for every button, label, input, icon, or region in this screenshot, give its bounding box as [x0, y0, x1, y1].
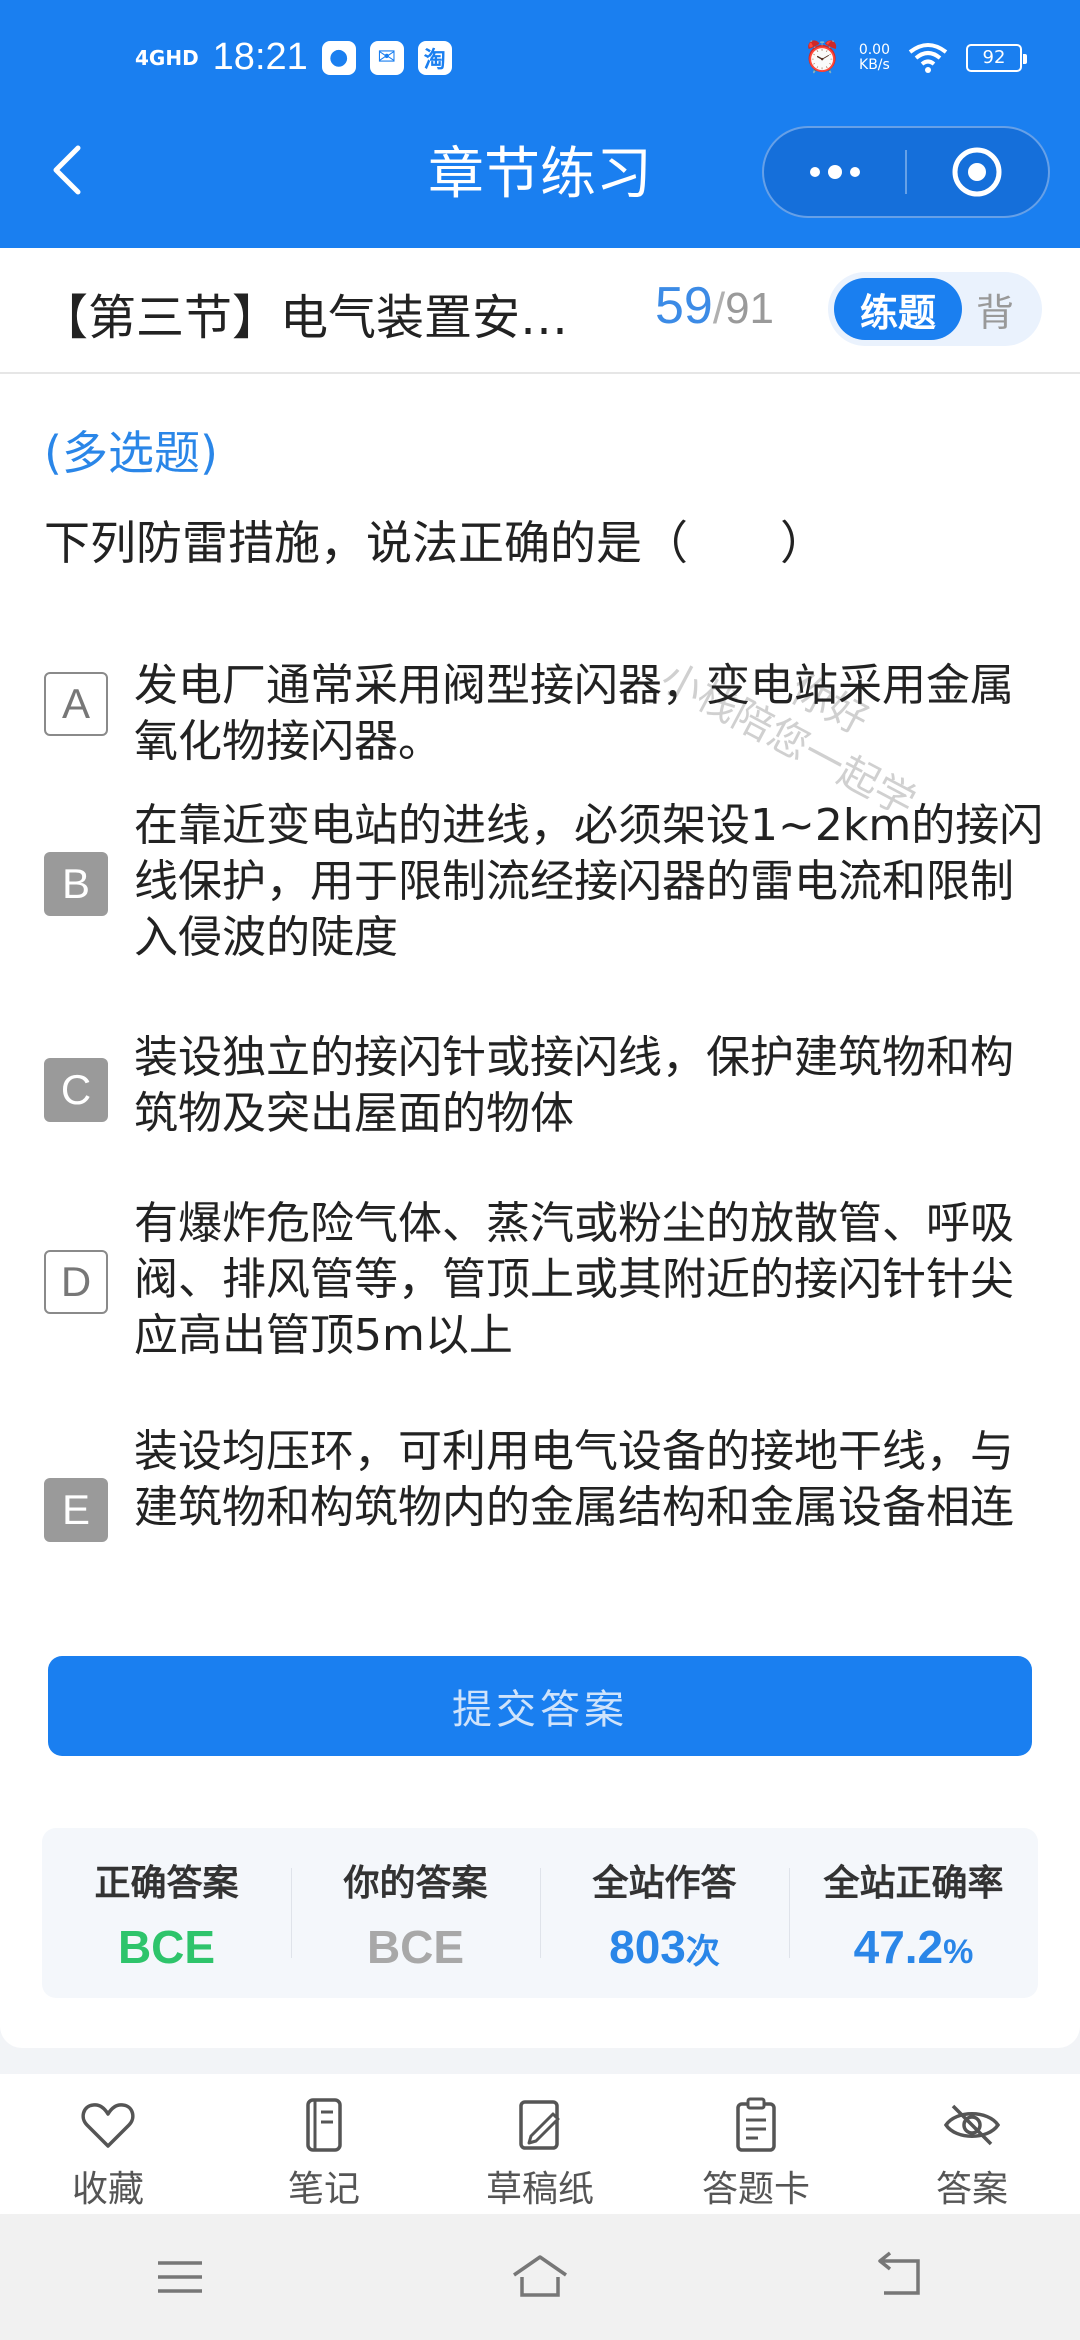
- stat-label: 全站正确率: [823, 1863, 1004, 1904]
- total-count: 91: [725, 284, 775, 333]
- current-index: 59: [655, 277, 713, 335]
- option-a[interactable]: A 发电厂通常采用阀型接闪器，变电站采用金属氧化物接闪器。: [44, 658, 1044, 767]
- option-text: 有爆炸危险气体、蒸汽或粉尘的放散管、呼吸阀、排风管等，管顶上或其附近的接闪针针尖…: [134, 1198, 1014, 1361]
- option-c[interactable]: C 装设独立的接闪针或接闪线，保护建筑物和构筑物及突出屋面的物体: [44, 1030, 1044, 1145]
- answer-stats: 正确答案 BCE 你的答案 BCE 全站作答 803次 全站正确率 47.2%: [42, 1828, 1038, 1998]
- network-speed: 0.00 KB/s: [858, 41, 890, 73]
- submit-button[interactable]: 提交答案: [48, 1656, 1032, 1756]
- option-letter: C: [44, 1058, 108, 1122]
- option-text: 在靠近变电站的进线，必须架设1~2km的接闪线保护，用于限制流经接闪器的雷电流和…: [134, 800, 1044, 963]
- eye-off-icon: [943, 2104, 1001, 2146]
- status-right: ⏰ 0.00 KB/s 92: [803, 40, 1027, 75]
- taobao-icon: 淘: [417, 40, 452, 75]
- show-answer-label: 答案: [935, 2169, 1008, 2210]
- mode-toggle: 练题 背: [828, 272, 1042, 346]
- home-icon[interactable]: [508, 2245, 572, 2309]
- question-body: 下列防雷措施，说法正确的是（ ）: [44, 516, 826, 570]
- show-answer-button[interactable]: 答案: [864, 2074, 1080, 2214]
- system-nav-bar: [0, 2214, 1080, 2340]
- stat-value: 47.2%: [789, 1920, 1038, 1974]
- more-dots-icon: [809, 165, 860, 179]
- chapter-title[interactable]: 【第三节】电气装置安…: [40, 278, 620, 348]
- wechat-icon: ●: [321, 40, 356, 75]
- option-e[interactable]: E 装设均压环，可利用电气设备的接地干线，与建筑物和构筑物内的金属结构和金属设备…: [44, 1424, 1044, 1594]
- option-letter: D: [44, 1250, 108, 1314]
- question-type: (多选题): [44, 426, 218, 480]
- edit-paper-icon: [519, 2100, 560, 2150]
- speed-value: 0.00: [858, 41, 890, 58]
- status-time: 18:21: [212, 36, 308, 78]
- alarm-icon: ⏰: [803, 40, 841, 75]
- mode-practice-button[interactable]: 练题: [834, 278, 962, 340]
- notes-label: 笔记: [287, 2169, 360, 2210]
- heart-icon: [81, 2103, 135, 2148]
- close-button[interactable]: [907, 128, 1048, 216]
- stat-value: 803次: [540, 1920, 789, 1974]
- option-text: 装设独立的接闪针或接闪线，保护建筑物和构筑物及突出屋面的物体: [134, 1032, 1014, 1139]
- favorite-button[interactable]: 收藏: [0, 2074, 216, 2214]
- attempts-number: 803: [609, 1921, 686, 1973]
- option-b[interactable]: B 在靠近变电站的进线，必须架设1~2km的接闪线保护，用于限制流经接闪器的雷电…: [44, 798, 1044, 968]
- chapter-row: 【第三节】电气装置安… 59/91 练题 背: [0, 248, 1080, 374]
- option-letter: B: [44, 852, 108, 916]
- menu-icon[interactable]: [148, 2245, 212, 2309]
- stat-total-attempts: 全站作答 803次: [540, 1828, 789, 1998]
- stat-your-answer: 你的答案 BCE: [291, 1828, 540, 1998]
- option-letter: E: [44, 1478, 108, 1542]
- scratch-paper-label: 草稿纸: [485, 2169, 594, 2210]
- speed-unit: KB/s: [859, 56, 890, 73]
- option-letter: A: [44, 672, 108, 736]
- rate-number: 47.2: [853, 1921, 944, 1973]
- more-button[interactable]: [764, 128, 905, 216]
- mail-icon: ✉: [369, 40, 404, 75]
- stat-label: 全站作答: [592, 1863, 737, 1904]
- attempts-unit: 次: [685, 1933, 720, 1971]
- scratch-paper-button[interactable]: 草稿纸: [432, 2074, 648, 2214]
- question-text: (多选题) 下列防雷措施，说法正确的是（ ）: [44, 408, 1004, 588]
- counter-separator: /: [712, 284, 726, 333]
- answer-card-label: 答题卡: [701, 2169, 810, 2210]
- question-counter: 59/91: [655, 276, 774, 336]
- option-d[interactable]: D 有爆炸危险气体、蒸汽或粉尘的放散管、呼吸阀、排风管等，管顶上或其附近的接闪针…: [44, 1196, 1044, 1366]
- stat-value: BCE: [117, 1921, 216, 1973]
- wifi-icon: [908, 42, 948, 73]
- back-nav-icon[interactable]: [868, 2245, 932, 2309]
- mode-memorize-button[interactable]: 背: [976, 282, 1014, 337]
- notebook-icon: [306, 2098, 342, 2152]
- question-card: 【第三节】电气装置安… 59/91 练题 背 (多选题) 下列防雷措施，说法正确…: [0, 248, 1080, 2048]
- rate-unit: %: [943, 1933, 974, 1971]
- mini-program-capsule: [762, 126, 1050, 218]
- status-bar: 4GHD 18:21 ● ✉ 淘 ⏰ 0.00 KB/s 92: [0, 0, 1080, 120]
- stat-correct-rate: 全站正确率 47.2%: [789, 1828, 1038, 1998]
- notes-button[interactable]: 笔记: [216, 2074, 432, 2214]
- top-bar: 4GHD 18:21 ● ✉ 淘 ⏰ 0.00 KB/s 92 章节练习: [0, 0, 1080, 248]
- stat-value: BCE: [366, 1921, 465, 1973]
- clipboard-icon: [736, 2097, 776, 2152]
- bottom-toolbar: 收藏 笔记 草稿纸 答题卡 答案: [0, 2074, 1080, 2214]
- target-circle-icon: [952, 147, 1002, 197]
- stat-label: 你的答案: [343, 1863, 488, 1904]
- stat-label: 正确答案: [94, 1863, 239, 1904]
- option-text: 发电厂通常采用阀型接闪器，变电站采用金属氧化物接闪器。: [134, 660, 1014, 767]
- network-indicator: 4GHD: [135, 45, 199, 70]
- favorite-label: 收藏: [71, 2169, 144, 2210]
- battery-indicator: 92: [966, 43, 1027, 72]
- stat-correct-answer: 正确答案 BCE: [42, 1828, 291, 1998]
- option-text: 装设均压环，可利用电气设备的接地干线，与建筑物和构筑物内的金属结构和金属设备相连: [134, 1426, 1014, 1533]
- status-left: 4GHD 18:21 ● ✉ 淘: [135, 36, 452, 79]
- answer-card-button[interactable]: 答题卡: [648, 2074, 864, 2214]
